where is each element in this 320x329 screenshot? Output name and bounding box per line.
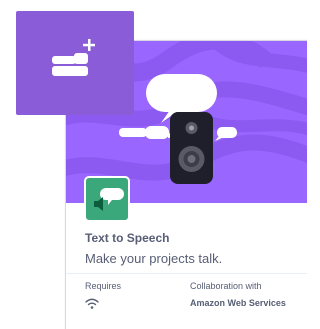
extension-title: Text to Speech [85, 231, 170, 245]
extension-description: Make your projects talk. [85, 251, 223, 266]
extension-library: Text to Speech Make your projects talk. … [0, 0, 307, 329]
speech-bubble-left [145, 126, 169, 139]
add-extension-icon [52, 39, 95, 76]
collaboration-partner: Amazon Web Services [190, 298, 286, 308]
wifi-icon [85, 298, 99, 309]
collaboration-label: Collaboration with [190, 281, 262, 291]
card-divider [66, 273, 307, 274]
text-to-speech-icon [84, 176, 130, 222]
speech-bubble-large [146, 74, 217, 112]
add-extension-button[interactable] [16, 11, 134, 115]
requires-label: Requires [85, 281, 122, 291]
